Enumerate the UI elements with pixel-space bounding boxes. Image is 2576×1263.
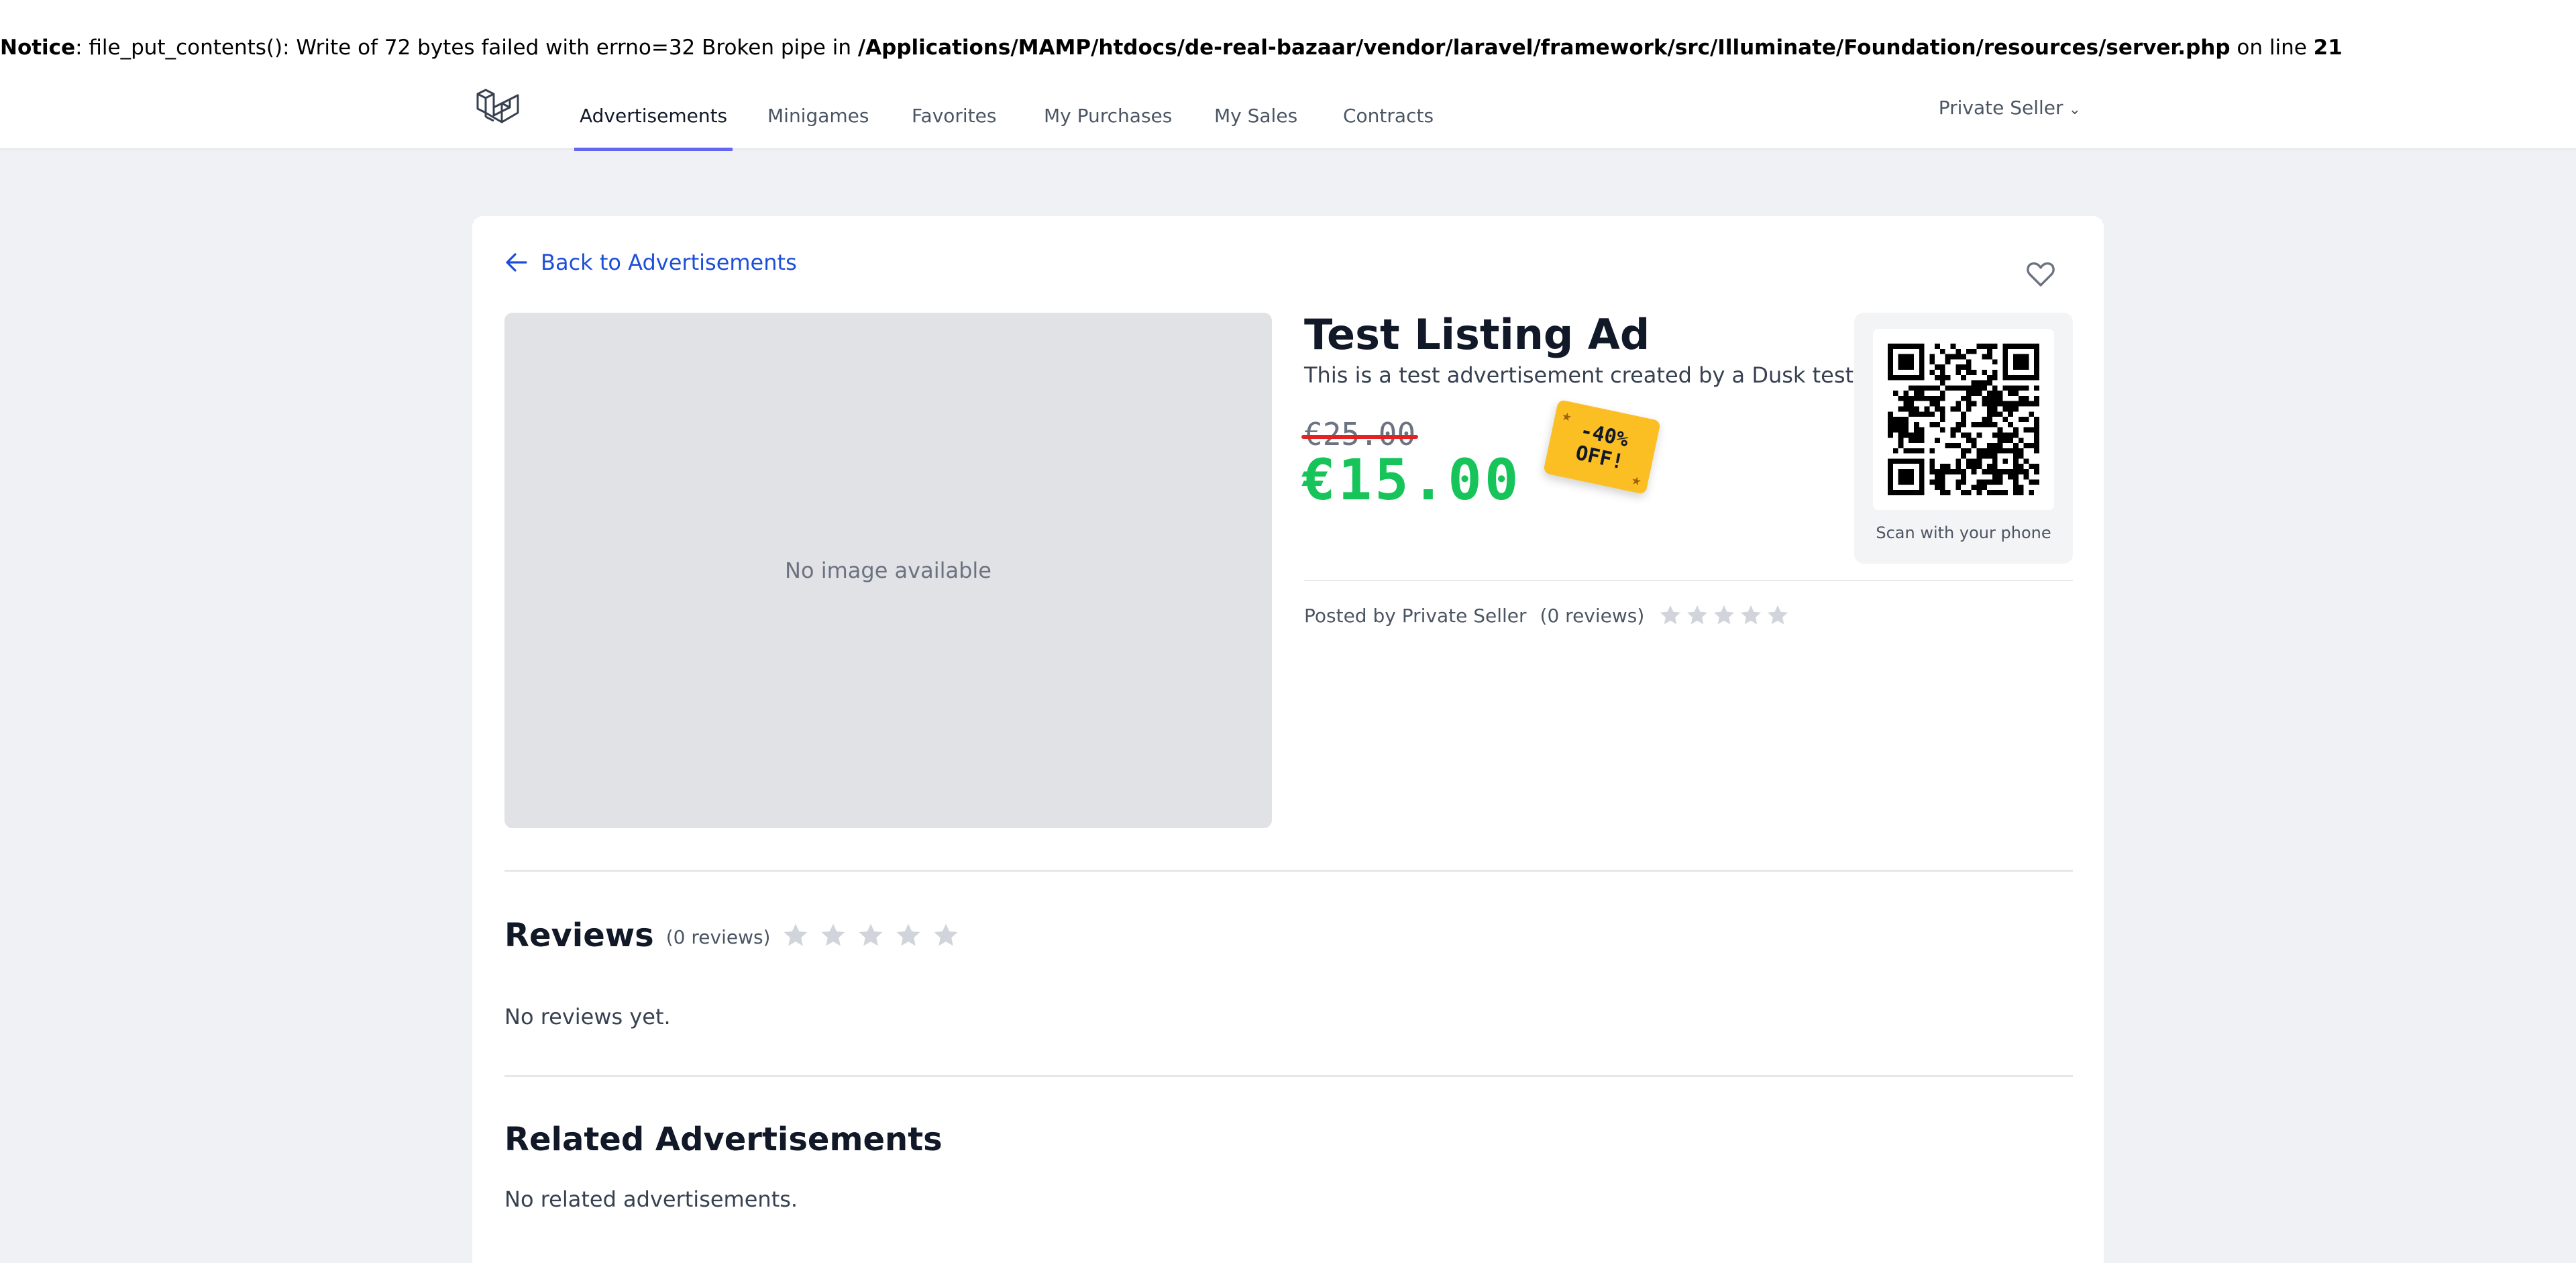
listing-card: Back to Advertisements No image availabl… <box>472 216 2104 1263</box>
user-menu-button[interactable]: Private Seller ⌄ <box>1939 82 2081 136</box>
star-icon <box>1711 603 1737 628</box>
star-icon <box>931 921 961 950</box>
no-reviews-text: No reviews yet. <box>504 1004 671 1029</box>
nav-my-purchases[interactable]: My Purchases <box>1044 82 1172 150</box>
notice-line-text: on line <box>2230 36 2314 60</box>
star-icon <box>1684 603 1710 628</box>
seller-rating-stars <box>1658 603 1792 628</box>
notice-message: : file_put_contents(): Write of 72 bytes… <box>75 36 858 60</box>
laravel-logo-icon[interactable] <box>474 86 522 134</box>
star-icon <box>1765 603 1790 628</box>
divider <box>504 1075 2073 1077</box>
reviews-heading: Reviews <box>504 917 654 954</box>
posted-by-text: Posted by Private Seller <box>1304 604 1527 627</box>
qr-code-icon <box>1888 344 2039 495</box>
reviews-section-header: Reviews (0 reviews) <box>504 917 969 954</box>
top-navbar: Advertisements Minigames Favorites My Pu… <box>0 82 2576 151</box>
nav-my-sales[interactable]: My Sales <box>1214 82 1297 150</box>
star-icon: ★ <box>1560 405 1574 426</box>
nav-advertisements[interactable]: Advertisements <box>574 82 733 151</box>
chevron-down-icon: ⌄ <box>2068 101 2081 118</box>
current-price: €15.00 <box>1301 447 1521 513</box>
notice-line-number: 21 <box>2313 36 2343 60</box>
star-icon <box>894 921 923 950</box>
back-to-advertisements-link[interactable]: Back to Advertisements <box>504 250 797 275</box>
heart-icon <box>2027 262 2055 287</box>
star-icon: ★ <box>1629 469 1644 491</box>
notice-path: /Applications/MAMP/htdocs/de-real-bazaar… <box>857 36 2231 60</box>
nav-minigames[interactable]: Minigames <box>767 82 869 150</box>
qr-code <box>1873 329 2054 510</box>
nav-favorites[interactable]: Favorites <box>912 82 996 150</box>
divider <box>504 870 2073 872</box>
listing-description: This is a test advertisement created by … <box>1304 362 1861 388</box>
star-icon <box>781 921 810 950</box>
no-related-text: No related advertisements. <box>504 1186 798 1212</box>
price-strikethrough <box>1301 435 1419 439</box>
seller-reviews-count: (0 reviews) <box>1540 604 1645 627</box>
star-icon <box>818 921 848 950</box>
star-icon <box>856 921 885 950</box>
listing-image-placeholder: No image available <box>504 313 1272 828</box>
qr-caption: Scan with your phone <box>1876 523 2051 542</box>
php-notice: Notice: file_put_contents(): Write of 72… <box>0 0 2576 82</box>
arrow-left-icon <box>506 253 527 272</box>
listing-title: Test Listing Ad <box>1304 310 1650 359</box>
back-link-label: Back to Advertisements <box>541 250 797 275</box>
divider <box>1304 580 2073 581</box>
star-icon <box>1738 603 1764 628</box>
nav-contracts[interactable]: Contracts <box>1343 82 1434 150</box>
notice-label: Notice <box>0 36 76 60</box>
user-name: Private Seller <box>1938 97 2063 119</box>
qr-code-panel: Scan with your phone <box>1854 313 2073 564</box>
discount-badge: ★ -40% OFF! ★ <box>1543 399 1661 495</box>
favorite-button[interactable] <box>2025 258 2057 290</box>
seller-info: Posted by Private Seller (0 reviews) <box>1304 603 1792 628</box>
reviews-rating-stars <box>781 921 969 950</box>
reviews-count: (0 reviews) <box>665 925 771 948</box>
star-icon <box>1658 603 1683 628</box>
no-image-text: No image available <box>785 558 991 583</box>
related-heading: Related Advertisements <box>504 1121 943 1158</box>
